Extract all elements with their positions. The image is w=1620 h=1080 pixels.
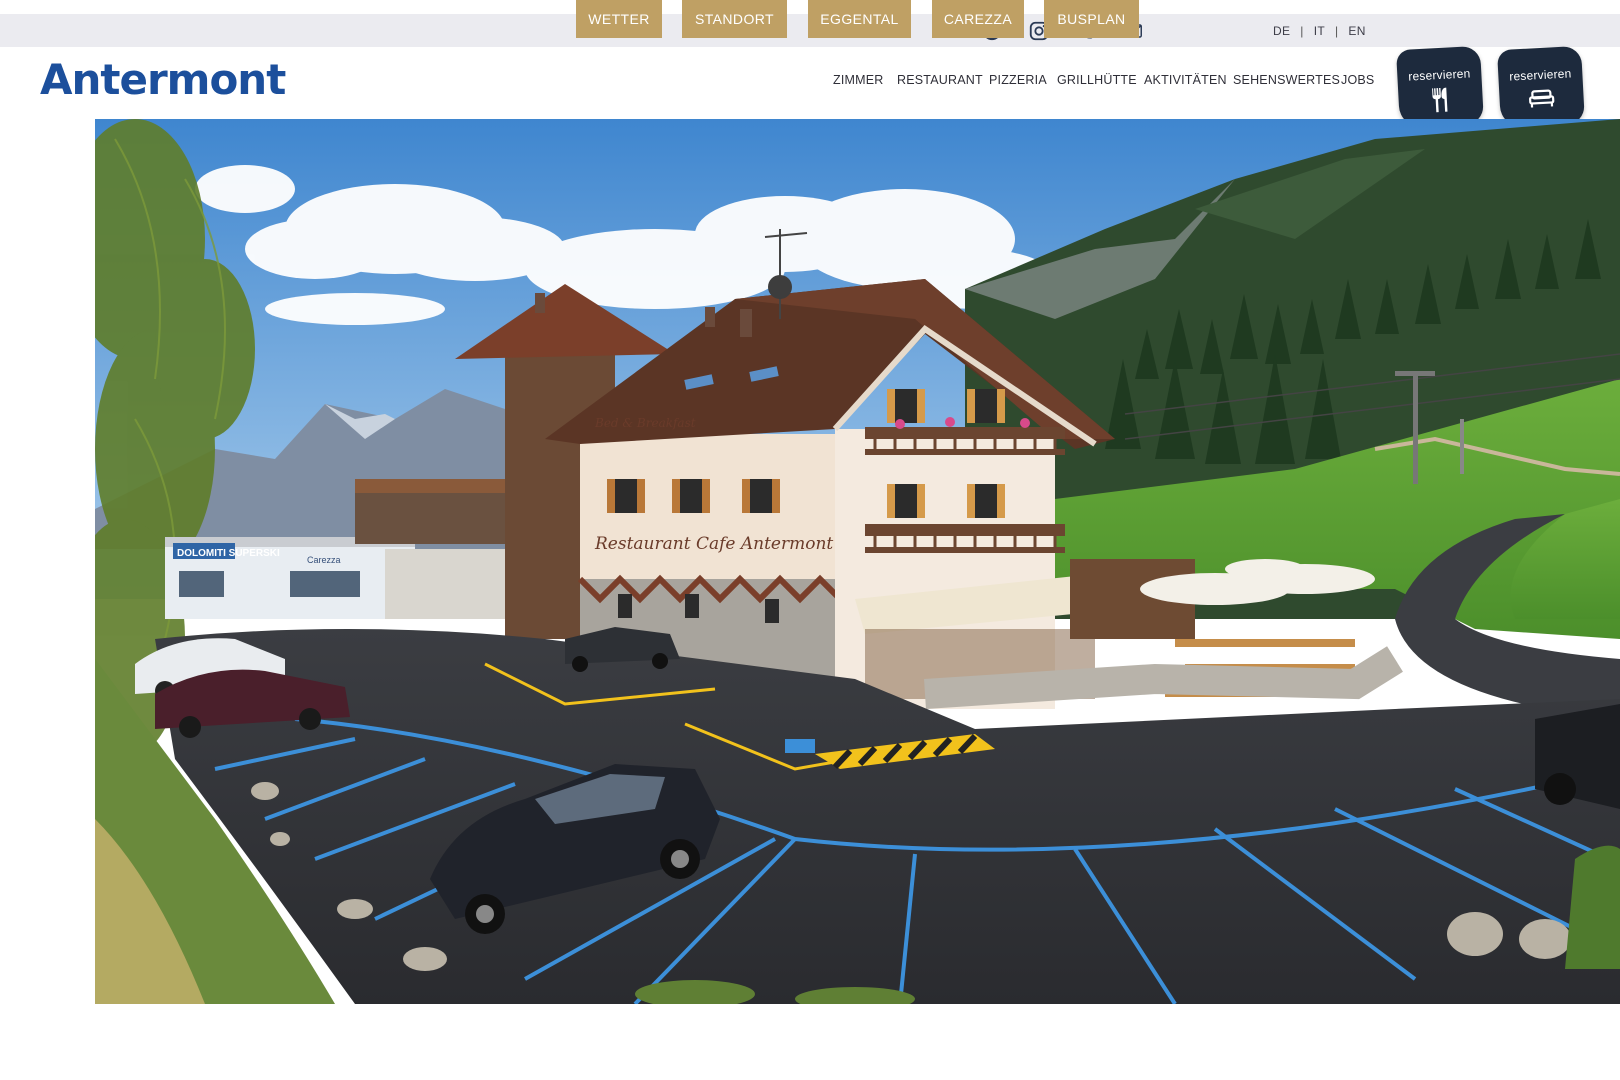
lang-it[interactable]: IT [1314, 24, 1325, 38]
site-logo[interactable]: Antermont [40, 55, 286, 105]
hero-side-sign: DOLOMITI SUPERSKI [177, 548, 280, 559]
lang-de[interactable]: DE [1273, 24, 1290, 38]
nav-item-sehenswertes[interactable]: SEHENSWERTES [1233, 68, 1340, 92]
lang-separator: | [1334, 23, 1339, 38]
reserve-room-label: reservieren [1508, 66, 1572, 84]
reserve-restaurant-button[interactable]: reservieren [1396, 45, 1484, 129]
eggental-button[interactable]: EGGENTAL [808, 0, 911, 38]
lang-en[interactable]: EN [1348, 24, 1365, 38]
hero-building-sign: Restaurant Cafe Antermont [594, 534, 833, 554]
hero-illustration: DOLOMITI SUPERSKI Carezza Bed & Breakfas… [95, 119, 1620, 1004]
hero-image: DOLOMITI SUPERSKI Carezza Bed & Breakfas… [95, 119, 1620, 1004]
wetter-button[interactable]: WETTER [576, 0, 662, 38]
nav-item-jobs[interactable]: JOBS [1341, 68, 1374, 92]
lang-separator: | [1300, 23, 1304, 38]
nav-item-zimmer[interactable]: ZIMMER [833, 68, 884, 92]
hero-small-sign: Carezza [307, 555, 341, 565]
nav-item-pizzeria[interactable]: PIZZERIA [989, 68, 1047, 92]
language-switcher: DE | IT | EN [1273, 14, 1366, 47]
busplan-button[interactable]: BUSPLAN [1044, 0, 1139, 38]
nav-item-restaurant[interactable]: RESTAURANT [897, 68, 983, 92]
nav-item-grillhuette[interactable]: GRILLHÜTTE [1057, 68, 1137, 92]
carezza-button[interactable]: CAREZZA [932, 0, 1024, 38]
standort-button[interactable]: STANDORT [682, 0, 787, 38]
reserve-room-button[interactable]: reservieren [1497, 45, 1585, 129]
bed-icon [1529, 89, 1555, 108]
nav-item-aktivitaeten[interactable]: AKTIVITÄTEN [1144, 68, 1227, 92]
cutlery-icon [1432, 87, 1448, 113]
hero-building-subsign: Bed & Breakfast [594, 416, 696, 430]
reserve-restaurant-label: reservieren [1407, 66, 1471, 84]
